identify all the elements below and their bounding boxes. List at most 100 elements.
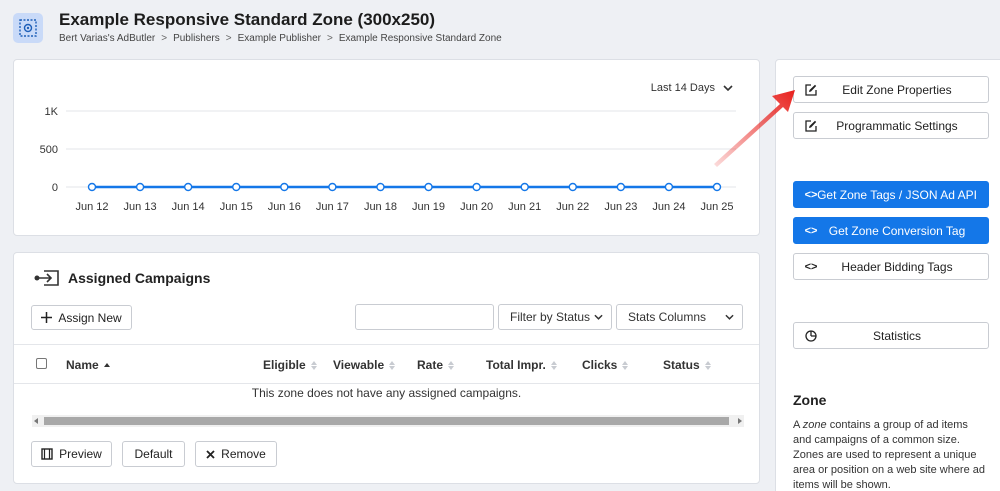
chevron-down-icon: [594, 314, 603, 320]
data-point[interactable]: [232, 182, 241, 192]
remove-button[interactable]: Remove: [195, 441, 277, 467]
data-point[interactable]: [712, 182, 722, 192]
data-point[interactable]: [280, 182, 289, 192]
column-label: Name: [66, 358, 99, 372]
x-tick-label: Jun 20: [460, 201, 493, 213]
info-emphasis: zone: [802, 419, 827, 431]
statistics-button[interactable]: Statistics: [793, 322, 989, 349]
default-button[interactable]: Default: [122, 441, 185, 467]
horizontal-scrollbar[interactable]: [32, 415, 744, 427]
column-header-clicks[interactable]: Clicks: [582, 358, 629, 372]
column-label: Clicks: [582, 358, 618, 372]
x-tick-label: Jun 23: [604, 201, 637, 213]
x-tick-label: Jun 14: [172, 201, 205, 213]
data-point[interactable]: [376, 182, 385, 192]
stats-columns-label: Stats Columns: [628, 310, 707, 324]
data-point[interactable]: [472, 182, 481, 192]
preview-label: Preview: [59, 447, 102, 461]
data-point[interactable]: [568, 182, 577, 192]
sort-icon: [103, 363, 110, 367]
sort-icon: [448, 360, 455, 370]
sort-icon: [550, 360, 557, 370]
stats-line-chart: 1K 500 0 Jun 12 Jun 13 Jun 14 Jun 15 Jun 16 Jun …: [40, 106, 736, 213]
zone-actions-sidebar: Edit Zone Properties Programmatic Settin…: [775, 59, 1000, 491]
code-icon: <>: [804, 261, 818, 273]
x-tick-label: Jun 15: [220, 201, 253, 213]
get-conversion-tag-button[interactable]: <> Get Zone Conversion Tag: [793, 217, 989, 244]
data-point[interactable]: [616, 182, 626, 192]
data-point[interactable]: [135, 182, 145, 192]
stats-chart-card: Last 14 Days 1K 500 0 Jun 12 Jun 13 Jun 14 Jun…: [13, 59, 760, 236]
header-bidding-tags-label: Header Bidding Tags: [841, 259, 953, 274]
x-tick-label: Jun 13: [124, 201, 157, 213]
column-header-rate[interactable]: Rate: [417, 358, 455, 372]
close-icon: [206, 449, 215, 459]
stats-columns-select[interactable]: Stats Columns: [616, 304, 743, 330]
assign-new-button[interactable]: Assign New: [31, 305, 132, 330]
info-lead: A: [793, 419, 803, 431]
breadcrumb: Bert Varias's AdButler > Publishers > Exampl…: [59, 33, 502, 44]
column-header-viewable[interactable]: Viewable: [333, 358, 396, 372]
empty-table-message: This zone does not have any assigned cam…: [251, 386, 522, 400]
column-label: Rate: [417, 358, 444, 372]
sort-icon: [622, 360, 629, 370]
status-filter-label: Filter by Status: [510, 310, 591, 324]
breadcrumb-item[interactable]: Example Publisher: [238, 33, 321, 44]
search-input[interactable]: [355, 304, 494, 330]
plus-icon: [41, 312, 53, 323]
header-bidding-tags-button[interactable]: <> Header Bidding Tags: [793, 253, 989, 280]
section-title: Assigned Campaigns: [68, 270, 211, 286]
film-icon: [41, 448, 53, 460]
programmatic-settings-label: Programmatic Settings: [836, 118, 958, 133]
scroll-right-icon[interactable]: [738, 418, 742, 424]
zone-info-title: Zone: [793, 392, 827, 408]
data-point[interactable]: [328, 182, 337, 192]
x-tick-label: Jun 21: [508, 201, 541, 213]
breadcrumb-separator: >: [161, 33, 168, 44]
column-header-total-impr[interactable]: Total Impr.: [486, 358, 557, 372]
annotation-arrow-icon: [714, 90, 795, 167]
x-tick-label: Jun 12: [75, 201, 108, 213]
y-tick-label: 1K: [45, 106, 59, 118]
scroll-left-icon[interactable]: [34, 418, 38, 424]
assign-new-label: Assign New: [58, 310, 122, 325]
scrollbar-thumb[interactable]: [44, 417, 729, 425]
breadcrumb-item[interactable]: Publishers: [173, 33, 220, 44]
edit-icon: [804, 83, 818, 97]
select-all-checkbox[interactable]: [36, 358, 47, 369]
breadcrumb-item[interactable]: Bert Varias's AdButler: [59, 33, 155, 44]
breadcrumb-item: Example Responsive Standard Zone: [338, 33, 502, 44]
programmatic-settings-button[interactable]: Programmatic Settings: [793, 112, 989, 139]
column-header-eligible[interactable]: Eligible: [263, 358, 317, 372]
get-zone-tags-label: Get Zone Tags / JSON Ad API: [817, 187, 977, 202]
edit-icon: [804, 119, 818, 133]
x-tick-label: Jun 25: [700, 201, 733, 213]
data-point[interactable]: [424, 182, 433, 192]
assign-icon: [34, 270, 59, 286]
chevron-down-icon: [725, 314, 734, 320]
column-label: Viewable: [333, 358, 385, 372]
page-title: Example Responsive Standard Zone (300x25…: [59, 10, 436, 29]
sort-icon: [310, 360, 317, 370]
data-point[interactable]: [183, 182, 193, 192]
campaigns-table-header: Name Eligible Viewable Rate Total Impr. …: [14, 344, 759, 384]
column-label: Eligible: [263, 358, 306, 372]
edit-zone-properties-label: Edit Zone Properties: [842, 82, 952, 97]
x-tick-label: Jun 17: [316, 201, 349, 213]
data-point[interactable]: [664, 182, 674, 192]
remove-label: Remove: [221, 447, 266, 461]
column-header-name[interactable]: Name: [66, 358, 110, 372]
preview-button[interactable]: Preview: [31, 441, 112, 467]
edit-zone-properties-button[interactable]: Edit Zone Properties: [793, 76, 989, 103]
data-point[interactable]: [87, 182, 97, 192]
get-zone-tags-button[interactable]: <> Get Zone Tags / JSON Ad API: [793, 181, 989, 208]
x-tick-label: Jun 19: [412, 201, 445, 213]
column-header-status[interactable]: Status: [663, 358, 711, 372]
data-point[interactable]: [520, 182, 529, 192]
statistics-label: Statistics: [872, 328, 921, 343]
status-filter-select[interactable]: Filter by Status: [498, 304, 612, 330]
zone-info-text: A zone contains a group of ad items and …: [793, 418, 988, 491]
get-conversion-tag-label: Get Zone Conversion Tag: [828, 223, 966, 238]
x-tick-label: Jun 24: [652, 201, 685, 213]
column-label: Total Impr.: [486, 358, 546, 372]
